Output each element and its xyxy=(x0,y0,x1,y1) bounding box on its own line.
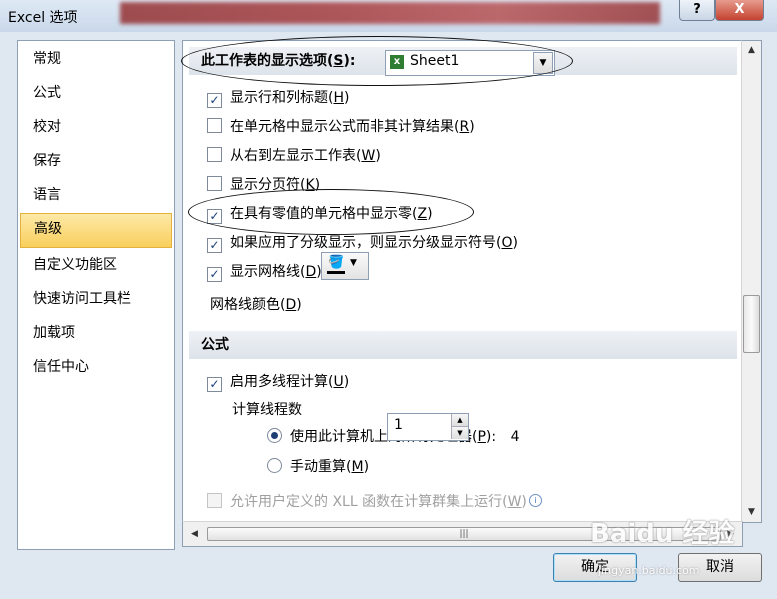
scroll-thumb[interactable] xyxy=(743,295,760,353)
checkbox-multithread[interactable]: ✓ xyxy=(207,377,222,392)
chevron-down-icon[interactable]: ▼ xyxy=(533,52,553,74)
checkbox-xll-cluster xyxy=(207,493,222,508)
option-right-to-left[interactable]: 从右到左显示工作表(W) xyxy=(207,145,381,167)
spin-up-icon[interactable]: ▲ xyxy=(451,414,468,427)
nav-item-advanced[interactable]: 高级 xyxy=(20,213,172,248)
nav-item-proofing[interactable]: 校对 xyxy=(20,111,172,144)
color-swatch xyxy=(327,271,345,274)
worksheet-select-value: Sheet1 xyxy=(410,53,460,69)
scroll-up-icon[interactable]: ▲ xyxy=(742,41,761,59)
gridline-color-label: 网格线颜色(D) xyxy=(210,297,302,313)
nav-item-add-ins[interactable]: 加载项 xyxy=(20,317,172,350)
window-title: Excel 选项 xyxy=(8,10,78,26)
processor-count: 4 xyxy=(510,429,520,445)
advanced-options-panel: 此工作表的显示选项(S): x Sheet1 ▼ ✓ 显示行和列标题(H) 在单元… xyxy=(182,40,741,522)
option-show-zero[interactable]: ✓ 在具有零值的单元格中显示零(Z) xyxy=(207,203,433,225)
checkbox-show-zero[interactable]: ✓ xyxy=(207,209,222,224)
gridline-color-picker[interactable]: 🪣 ▼ xyxy=(321,252,369,280)
option-manual-threads[interactable]: 手动重算(M) xyxy=(267,456,369,478)
vertical-scrollbar[interactable]: ▲ ▼ xyxy=(741,40,762,523)
category-nav: 常规 公式 校对 保存 语言 高级 自定义功能区 快速访问工具栏 加载项 信任中… xyxy=(17,40,175,550)
thread-count-value[interactable]: 1 xyxy=(394,417,403,433)
scroll-down-icon[interactable]: ▼ xyxy=(742,503,761,521)
scroll-left-icon[interactable]: ◀ xyxy=(185,525,204,543)
worksheet-select[interactable]: x Sheet1 ▼ xyxy=(385,50,555,76)
help-button[interactable]: ? xyxy=(679,0,715,21)
checkbox-page-breaks[interactable] xyxy=(207,176,222,191)
blurred-background-area xyxy=(120,2,660,24)
option-page-breaks[interactable]: 显示分页符(K) xyxy=(207,174,320,196)
formulas-section-title: 公式 xyxy=(201,337,229,353)
info-icon: i xyxy=(528,494,542,507)
excel-sheet-icon: x xyxy=(390,55,404,69)
option-show-formulas[interactable]: 在单元格中显示公式而非其计算结果(R) xyxy=(207,116,475,138)
nav-item-customize-ribbon[interactable]: 自定义功能区 xyxy=(20,249,172,282)
formulas-section: 公式 xyxy=(189,331,737,359)
option-outline-symbols[interactable]: ✓ 如果应用了分级显示，则显示分级显示符号(O) xyxy=(207,232,518,254)
option-show-headers[interactable]: ✓ 显示行和列标题(H) xyxy=(207,87,349,109)
option-multithread[interactable]: ✓ 启用多线程计算(U) xyxy=(207,371,349,393)
baidu-watermark: Baidu 经验 xyxy=(590,519,735,549)
baidu-watermark-url: jingyan.baidu.com xyxy=(598,564,700,577)
checkbox-show-formulas[interactable] xyxy=(207,118,222,133)
radio-all-processors[interactable] xyxy=(267,428,282,443)
nav-item-language[interactable]: 语言 xyxy=(20,179,172,212)
title-bar: Excel 选项 ? X xyxy=(0,0,777,33)
radio-manual-threads[interactable] xyxy=(267,458,282,473)
paint-bucket-icon: 🪣 xyxy=(328,255,345,270)
option-gridlines[interactable]: ✓ 显示网格线(D) xyxy=(207,261,322,283)
checkbox-show-headers[interactable]: ✓ xyxy=(207,93,222,108)
thread-count-stepper[interactable]: 1 ▲ ▼ xyxy=(387,413,469,441)
nav-item-general[interactable]: 常规 xyxy=(20,43,172,76)
checkbox-outline-symbols[interactable]: ✓ xyxy=(207,238,222,253)
nav-item-quick-access-toolbar[interactable]: 快速访问工具栏 xyxy=(20,283,172,316)
spin-down-icon[interactable]: ▼ xyxy=(451,427,468,439)
threads-label: 计算线程数 xyxy=(232,402,302,418)
option-xll-cluster: 允许用户定义的 XLL 函数在计算群集上运行(W) i xyxy=(207,491,542,513)
worksheet-section-label: 此工作表的显示选项(S): xyxy=(201,53,356,69)
nav-item-save[interactable]: 保存 xyxy=(20,145,172,178)
nav-item-formulas[interactable]: 公式 xyxy=(20,77,172,110)
nav-item-trust-center[interactable]: 信任中心 xyxy=(20,351,172,384)
chevron-down-icon: ▼ xyxy=(350,258,357,268)
checkbox-gridlines[interactable]: ✓ xyxy=(207,267,222,282)
close-button[interactable]: X xyxy=(715,0,764,21)
checkbox-right-to-left[interactable] xyxy=(207,147,222,162)
